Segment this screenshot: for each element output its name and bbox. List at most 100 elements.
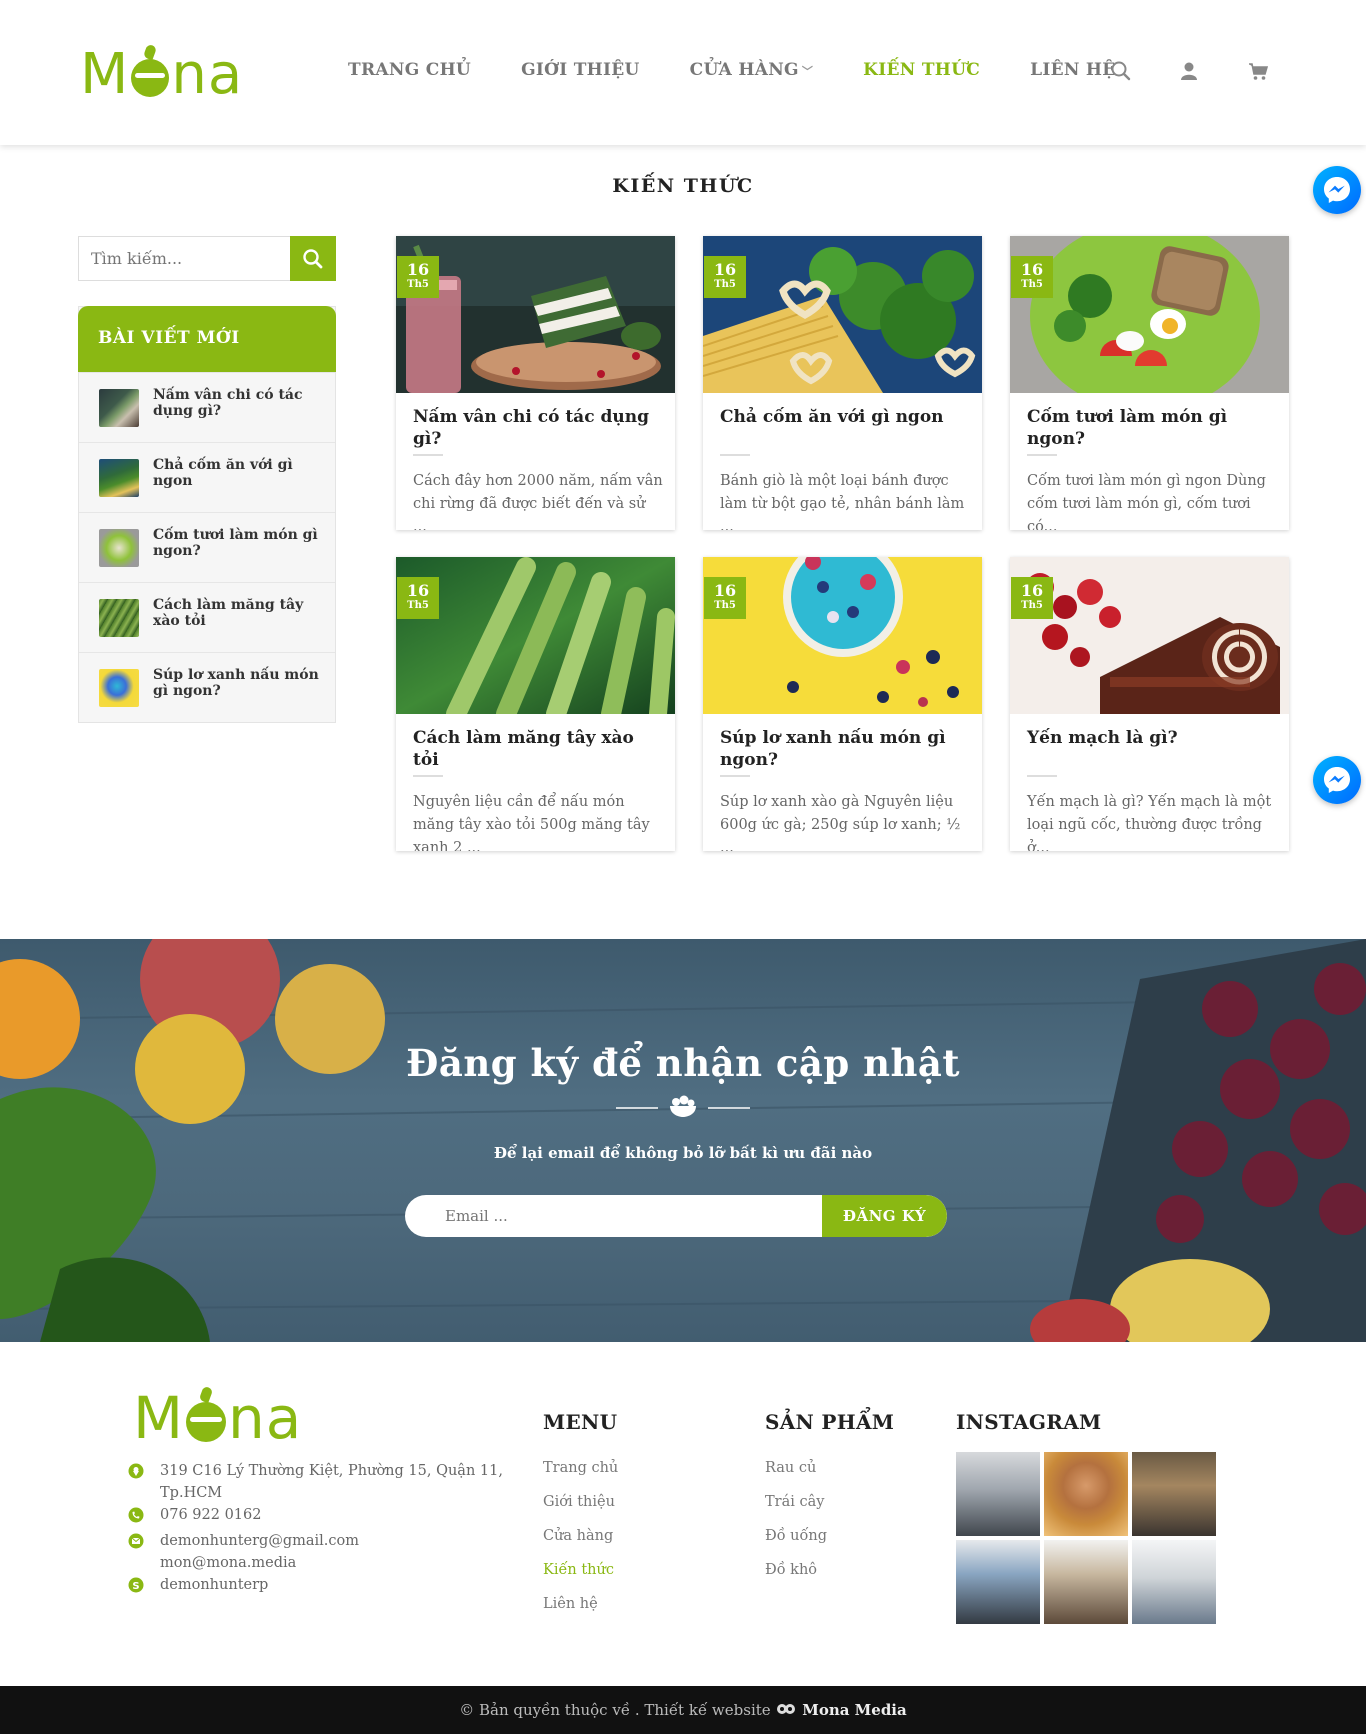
contact-skype-text: demonhunterp [160,1577,269,1593]
contact-address-line-1: 319 C16 Lý Thường Kiệt, Phường 15, Quận … [160,1463,503,1479]
search-icon[interactable] [1110,60,1132,82]
nav-item-about[interactable]: GIỚI THIỆU [521,60,640,80]
phone-icon [128,1507,144,1523]
recent-post-item[interactable]: Cốm tươi làm món gì ngon? [79,512,335,582]
newsletter-background [0,939,1366,1342]
post-thumbnail[interactable] [99,529,139,567]
post-excerpt: Súp lơ xanh xào gà Nguyên liệu 600g ức g… [720,794,961,851]
location-icon [128,1463,144,1479]
post-card[interactable]: 16 Th5 Nấm vân chi có tác dụng gì? Cách đ… [396,236,675,530]
nav-item-contact[interactable]: LIÊN HỆ [1030,60,1115,80]
fruit-bowl-icon [616,1095,750,1117]
logo-apple-icon [131,59,170,97]
post-title[interactable]: Nấm vân chi có tác dụng gì? [413,406,663,450]
instagram-photo[interactable] [956,1452,1040,1536]
footer-menu-title: MENU [543,1410,618,1434]
post-card[interactable]: 16 Th5 Yến mạch là gì? Yến mạch là gì? Yế… [1010,557,1289,851]
date-month: Th5 [407,600,429,611]
subscribe-button[interactable]: ĐĂNG KÝ [822,1195,947,1237]
sidebar-search [78,236,336,281]
post-title[interactable]: Yến mạch là gì? [1027,727,1277,749]
post-excerpt: Bánh giò là một loại bánh được làm từ bộ… [720,473,965,530]
footer-link-fruits[interactable]: Trái cây [765,1494,824,1510]
divider [1027,775,1057,777]
contact-email-1[interactable]: demonhunterg@gmail.com [160,1533,359,1549]
instagram-photo[interactable] [1044,1452,1128,1536]
post-thumbnail[interactable] [99,669,139,707]
date-day: 16 [1020,260,1044,279]
date-badge: 16 Th5 [1011,577,1053,619]
messenger-button-2[interactable] [1313,756,1361,804]
recent-post-item[interactable]: Cách làm măng tây xào tỏi [79,582,335,652]
date-day: 16 [713,581,737,600]
contact-address-line-2: Tp.HCM [160,1485,223,1501]
recent-post-item[interactable]: Chả cốm ăn với gì ngon [79,442,335,512]
post-excerpt: Nguyên liệu cần để nấu món măng tây xào … [413,794,650,851]
site-header: Mna TRANG CHỦ GIỚI THIỆU CỬA HÀNG ﹀ KIẾN … [0,0,1366,145]
recent-post-title[interactable]: Súp lơ xanh nấu món gì ngon? [153,667,321,699]
user-icon[interactable] [1178,60,1200,82]
divider [1027,454,1057,456]
newsletter-subtitle: Để lại email để không bỏ lỡ bất kì ưu đã… [493,1144,873,1162]
contact-email-2[interactable]: mon@mona.media [160,1555,296,1571]
recent-post-item[interactable]: Nấm vân chi có tác dụng gì? [79,372,335,442]
date-month: Th5 [714,279,736,290]
instagram-photo[interactable] [1132,1452,1216,1536]
instagram-photo[interactable] [1044,1540,1128,1624]
post-thumbnail[interactable] [99,459,139,497]
footer-link-drinks[interactable]: Đồ uống [765,1528,827,1544]
mona-media-logo-icon [777,1687,796,1714]
newsletter-section: Đăng ký để nhận cập nhật Để lại email để… [0,939,1366,1342]
divider [720,454,750,456]
footer-link-about[interactable]: Giới thiệu [543,1494,615,1510]
messenger-icon [1324,767,1350,793]
post-card[interactable]: 16 Th5 Chả cốm ăn với gì ngon Bánh giò là… [703,236,982,530]
email-input[interactable] [405,1195,805,1237]
search-input[interactable] [79,237,289,280]
recent-post-title[interactable]: Nấm vân chi có tác dụng gì? [153,387,321,419]
footer-instagram-title: INSTAGRAM [956,1410,1102,1434]
recent-post-item[interactable]: Súp lơ xanh nấu món gì ngon? [79,652,335,722]
copyright-brand-link[interactable]: Mona Media [802,1701,907,1719]
post-excerpt: Yến mạch là gì? Yến mạch là một loại ngũ… [1027,794,1272,851]
post-title[interactable]: Cách làm măng tây xào tỏi [413,727,663,771]
divider [413,454,443,456]
footer-link-home[interactable]: Trang chủ [543,1460,618,1476]
instagram-photo[interactable] [1132,1540,1216,1624]
skype-icon: S [128,1577,144,1593]
post-title[interactable]: Chả cốm ăn với gì ngon [720,406,970,428]
date-badge: 16 Th5 [397,256,439,298]
date-day: 16 [1020,581,1044,600]
post-card[interactable]: 16 Th5 Cốm tươi làm món gì ngon? Cốm tươi… [1010,236,1289,530]
recent-post-title[interactable]: Chả cốm ăn với gì ngon [153,457,321,489]
post-excerpt: Cốm tươi làm món gì ngon Dùng cốm tươi l… [1027,473,1266,530]
recent-post-title[interactable]: Cốm tươi làm món gì ngon? [153,527,321,559]
date-month: Th5 [714,600,736,611]
footer-link-vegetables[interactable]: Rau củ [765,1460,816,1476]
footer-link-dried-food[interactable]: Đồ khô [765,1562,817,1578]
site-logo[interactable]: Mna [80,42,243,108]
footer-link-shop[interactable]: Cửa hàng [543,1528,613,1544]
divider [413,775,443,777]
footer-logo[interactable]: Mna [133,1385,302,1451]
post-thumbnail[interactable] [99,599,139,637]
footer-link-contact[interactable]: Liên hệ [543,1596,598,1612]
nav-item-knowledge[interactable]: KIẾN THỨC [863,60,980,80]
post-title[interactable]: Súp lơ xanh nấu món gì ngon? [720,727,970,771]
nav-item-shop[interactable]: CỬA HÀNG ﹀ [690,60,814,80]
footer-link-knowledge[interactable]: Kiến thức [543,1562,614,1578]
instagram-photo[interactable] [956,1540,1040,1624]
recent-post-title[interactable]: Cách làm măng tây xào tỏi [153,597,321,629]
cart-icon[interactable] [1248,60,1270,82]
post-title[interactable]: Cốm tươi làm món gì ngon? [1027,406,1277,450]
chevron-down-icon: ﹀ [801,65,814,78]
date-day: 16 [713,260,737,279]
date-day: 16 [406,581,430,600]
post-thumbnail[interactable] [99,389,139,427]
date-badge: 16 Th5 [704,577,746,619]
search-button[interactable] [290,236,336,281]
search-icon [303,248,323,268]
post-card[interactable]: 16 Th5 Cách làm măng tây xào tỏi Nguyên l… [396,557,675,851]
post-card[interactable]: 16 Th5 Súp lơ xanh nấu món gì ngon? Súp l… [703,557,982,851]
nav-item-home[interactable]: TRANG CHỦ [348,60,471,80]
